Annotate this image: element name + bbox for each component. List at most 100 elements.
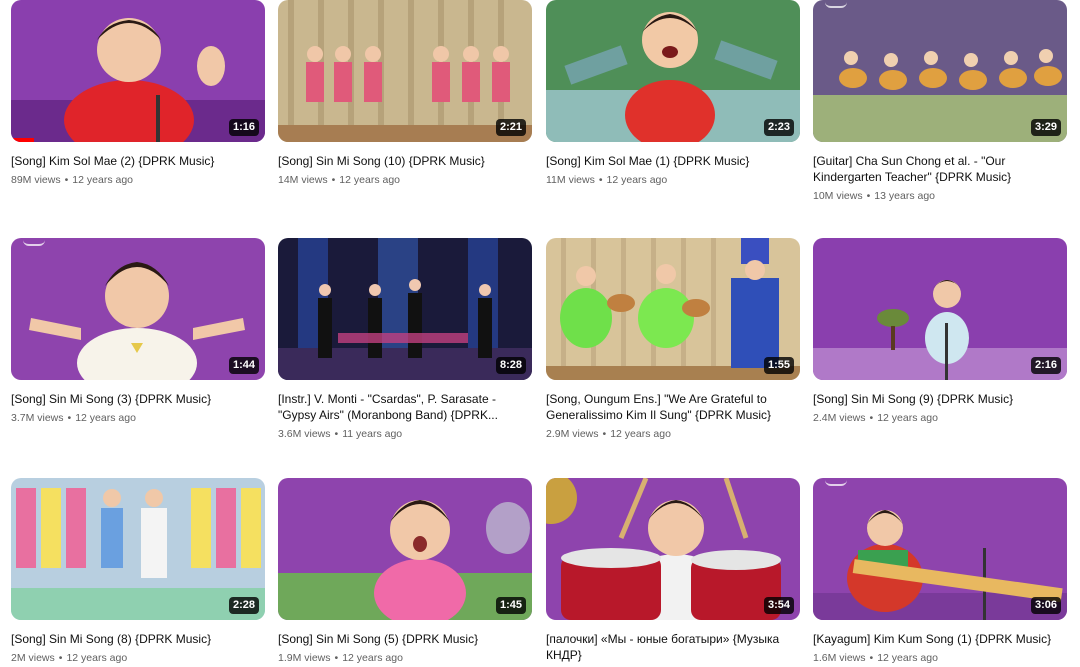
upload-age: 12 years ago: [877, 652, 938, 664]
meta-separator: •: [869, 412, 874, 424]
video-meta: 11M views • 12 years ago: [546, 173, 800, 187]
thumbnail-image: [11, 238, 265, 380]
thumbnail-image: [813, 478, 1067, 620]
video-title[interactable]: [Instr.] V. Monti - "Csardas", P. Sarasa…: [278, 391, 532, 423]
video-thumbnail[interactable]: 3:06: [813, 478, 1067, 620]
upload-age: 12 years ago: [75, 412, 136, 424]
duration-badge: 2:23: [763, 119, 794, 136]
view-count: 10M views: [813, 190, 863, 202]
thumbnail-image: [546, 238, 800, 380]
duration-badge: 3:06: [1030, 597, 1061, 614]
video-title[interactable]: [Song] Sin Mi Song (10) {DPRK Music}: [278, 153, 532, 169]
video-title[interactable]: [Song] Sin Mi Song (8) {DPRK Music}: [11, 631, 265, 647]
upload-age: 12 years ago: [342, 652, 403, 664]
video-thumbnail[interactable]: 3:29: [813, 0, 1067, 142]
video-title[interactable]: [Guitar] Cha Sun Chong et al. - "Our Kin…: [813, 153, 1067, 185]
video-card[interactable]: 3:06 [Kayagum] Kim Kum Song (1) {DPRK Mu…: [813, 478, 1067, 665]
video-thumbnail[interactable]: 1:55: [546, 238, 800, 380]
video-thumbnail[interactable]: 8:28: [278, 238, 532, 380]
meta-separator: •: [334, 652, 339, 664]
video-card[interactable]: 8:28 [Instr.] V. Monti - "Csardas", P. S…: [278, 238, 532, 441]
video-card[interactable]: 1:55 [Song, Oungum Ens.] "We Are Gratefu…: [546, 238, 800, 441]
meta-separator: •: [869, 652, 874, 664]
video-thumbnail[interactable]: 2:21: [278, 0, 532, 142]
view-count: 2.4M views: [813, 412, 866, 424]
duration-badge: 2:28: [228, 597, 259, 614]
duration-badge: 2:21: [495, 119, 526, 136]
video-meta: 2M views • 12 years ago: [11, 651, 265, 665]
duration-badge: 8:28: [495, 357, 526, 374]
thumbnail-image: [546, 478, 800, 620]
thumbnail-image: [813, 238, 1067, 380]
video-card[interactable]: 3:54 [палочки] «Мы - юные богатыри» {Муз…: [546, 478, 800, 663]
duration-badge: 3:54: [763, 597, 794, 614]
video-thumbnail[interactable]: 1:45: [278, 478, 532, 620]
duration-badge: 1:55: [763, 357, 794, 374]
meta-separator: •: [334, 428, 339, 440]
view-count: 11M views: [546, 174, 595, 186]
thumbnail-image: [546, 0, 800, 142]
video-thumbnail[interactable]: 2:23: [546, 0, 800, 142]
duration-badge: 2:16: [1030, 357, 1061, 374]
view-count: 1.9M views: [278, 652, 331, 664]
video-card[interactable]: 1:45 [Song] Sin Mi Song (5) {DPRK Music}…: [278, 478, 532, 665]
duration-badge: 1:44: [228, 357, 259, 374]
thumbnail-image: [278, 0, 532, 142]
video-thumbnail[interactable]: 1:16: [11, 0, 265, 142]
video-title[interactable]: [Song, Oungum Ens.] "We Are Grateful to …: [546, 391, 800, 423]
duration-badge: 1:16: [228, 119, 259, 136]
thumbnail-image: [813, 0, 1067, 142]
channel-logo-mark: [825, 478, 847, 486]
video-title[interactable]: [Song] Kim Sol Mae (2) {DPRK Music}: [11, 153, 265, 169]
video-title[interactable]: [Song] Sin Mi Song (5) {DPRK Music}: [278, 631, 532, 647]
video-title[interactable]: [палочки] «Мы - юные богатыри» {Музыка К…: [546, 631, 800, 663]
upload-age: 12 years ago: [606, 174, 668, 186]
video-thumbnail[interactable]: 2:16: [813, 238, 1067, 380]
meta-separator: •: [58, 652, 63, 664]
thumbnail-image: [278, 478, 532, 620]
video-title[interactable]: [Kayagum] Kim Kum Song (1) {DPRK Music}: [813, 631, 1067, 647]
video-meta: 1.6M views • 12 years ago: [813, 651, 1067, 665]
video-card[interactable]: 2:21 [Song] Sin Mi Song (10) {DPRK Music…: [278, 0, 532, 187]
meta-separator: •: [866, 190, 871, 202]
video-meta: 10M views • 13 years ago: [813, 189, 1067, 203]
duration-badge: 1:45: [495, 597, 526, 614]
channel-logo-mark: [825, 0, 847, 8]
upload-age: 12 years ago: [339, 174, 401, 186]
video-thumbnail[interactable]: 2:28: [11, 478, 265, 620]
thumbnail-image: [11, 0, 265, 142]
view-count: 14M views: [278, 174, 328, 186]
watch-progress-bar: [11, 138, 34, 142]
video-meta: 14M views • 12 years ago: [278, 173, 532, 187]
video-title[interactable]: [Song] Kim Sol Mae (1) {DPRK Music}: [546, 153, 800, 169]
video-card[interactable]: 2:28 [Song] Sin Mi Song (8) {DPRK Music}…: [11, 478, 265, 665]
upload-age: 12 years ago: [610, 428, 671, 440]
upload-age: 13 years ago: [874, 190, 936, 202]
duration-badge: 3:29: [1030, 119, 1061, 136]
video-card[interactable]: 1:44 [Song] Sin Mi Song (3) {DPRK Music}…: [11, 238, 265, 425]
video-meta: 2.4M views • 12 years ago: [813, 411, 1067, 425]
video-card[interactable]: 1:16 [Song] Kim Sol Mae (2) {DPRK Music}…: [11, 0, 265, 187]
video-card[interactable]: 3:29 [Guitar] Cha Sun Chong et al. - "Ou…: [813, 0, 1067, 203]
view-count: 3.6M views: [278, 428, 331, 440]
video-thumbnail[interactable]: 1:44: [11, 238, 265, 380]
video-meta: 3.7M views • 12 years ago: [11, 411, 265, 425]
meta-separator: •: [331, 174, 336, 186]
view-count: 89M views: [11, 174, 61, 186]
upload-age: 11 years ago: [342, 428, 403, 440]
upload-age: 12 years ago: [877, 412, 938, 424]
channel-logo-mark: [23, 238, 45, 246]
video-meta: 89M views • 12 years ago: [11, 173, 265, 187]
thumbnail-image: [11, 478, 265, 620]
video-card[interactable]: 2:23 [Song] Kim Sol Mae (1) {DPRK Music}…: [546, 0, 800, 187]
video-meta: 3.6M views • 11 years ago: [278, 427, 532, 441]
video-title[interactable]: [Song] Sin Mi Song (3) {DPRK Music}: [11, 391, 265, 407]
video-grid: 1:16 [Song] Kim Sol Mae (2) {DPRK Music}…: [0, 0, 1080, 667]
video-title[interactable]: [Song] Sin Mi Song (9) {DPRK Music}: [813, 391, 1067, 407]
video-thumbnail[interactable]: 3:54: [546, 478, 800, 620]
meta-separator: •: [602, 428, 607, 440]
video-meta: 2.9M views • 12 years ago: [546, 427, 800, 441]
view-count: 3.7M views: [11, 412, 64, 424]
video-card[interactable]: 2:16 [Song] Sin Mi Song (9) {DPRK Music}…: [813, 238, 1067, 425]
view-count: 2M views: [11, 652, 55, 664]
